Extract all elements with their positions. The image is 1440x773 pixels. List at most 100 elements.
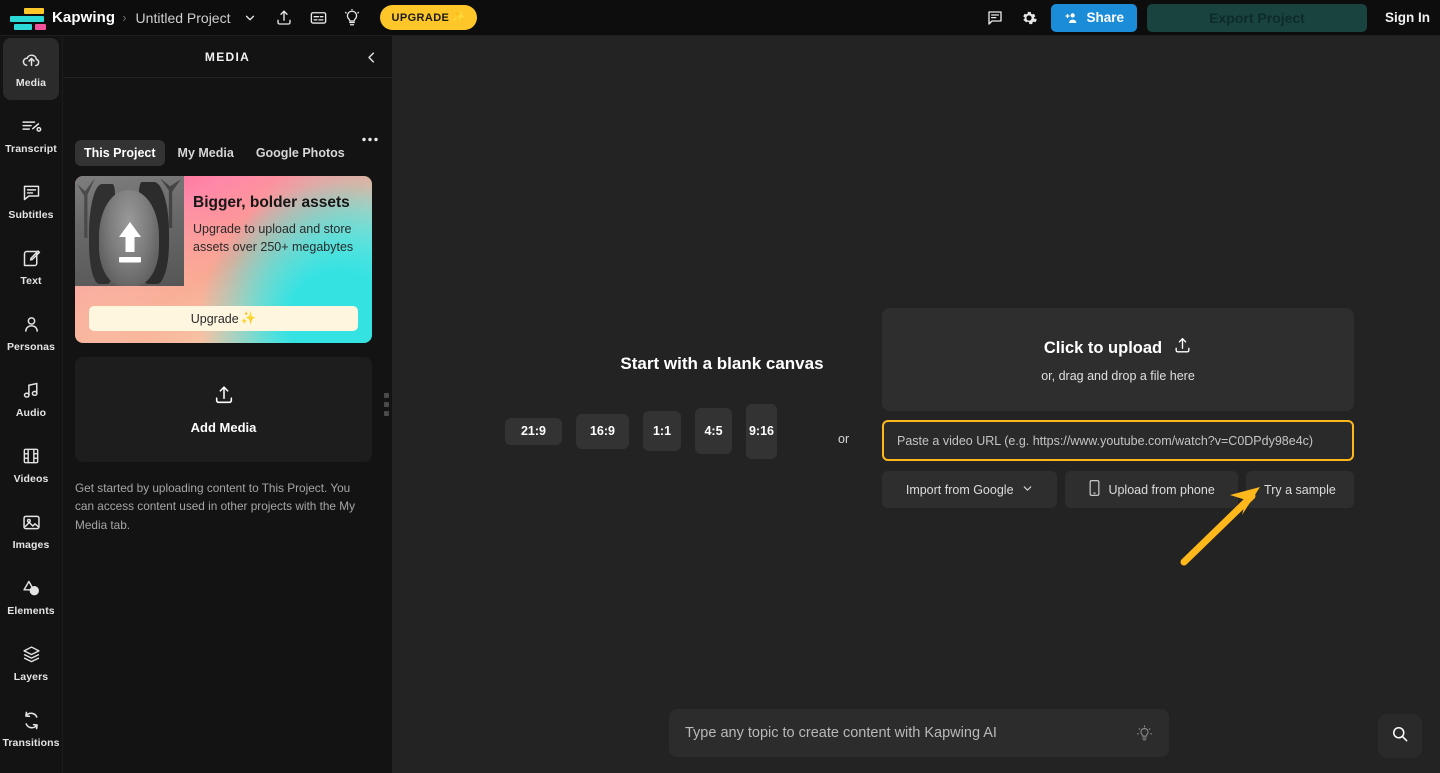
sidebar-item-label: Personas	[6, 341, 56, 353]
import-from-google-button[interactable]: Import from Google	[882, 471, 1058, 508]
ai-prompt-input[interactable]: Type any topic to create content with Ka…	[669, 709, 1169, 757]
media-panel: MEDIA This Project My Media Google Photo…	[63, 36, 392, 773]
video-url-input[interactable]: Paste a video URL (e.g. https://www.yout…	[882, 420, 1354, 461]
panel-resize-handle[interactable]	[384, 393, 389, 416]
sidebar-item-label: Transitions	[2, 737, 60, 749]
export-label: Export Project	[1209, 9, 1305, 26]
sidebar-item-label: Subtitles	[8, 209, 54, 221]
media-panel-header: MEDIA	[63, 36, 392, 78]
chevron-left-icon[interactable]	[360, 46, 382, 68]
blank-canvas-title: Start with a blank canvas	[620, 354, 824, 373]
sidebar-item-label: Media	[15, 77, 47, 89]
export-project-button[interactable]: Export Project	[1147, 3, 1367, 32]
promo-thumbnail	[75, 176, 184, 286]
gear-icon[interactable]	[1015, 4, 1043, 32]
promo-text-block: Bigger, bolder assets Upgrade to upload …	[193, 194, 365, 256]
sidebar-item-label: Images	[12, 539, 50, 551]
media-panel-body: This Project My Media Google Photos Bigg…	[63, 78, 392, 534]
dropzone-main-row: Click to upload	[1044, 336, 1192, 360]
media-source-tabs: This Project My Media Google Photos	[75, 140, 380, 166]
sparkle-icon: ✨	[452, 12, 467, 24]
upload-from-phone-button[interactable]: Upload from phone	[1065, 471, 1238, 508]
music-note-icon	[21, 379, 42, 401]
ratio-9-16-button[interactable]: 9:16	[746, 403, 777, 459]
chevron-down-icon	[1021, 482, 1034, 498]
import-google-label: Import from Google	[905, 482, 1014, 497]
breadcrumb-separator: ›	[122, 10, 127, 25]
upload-icon	[213, 384, 235, 411]
ai-prompt-placeholder: Type any topic to create content with Ka…	[685, 725, 997, 741]
ratio-16-9-button[interactable]: 16:9	[576, 413, 629, 449]
video-url-placeholder: Paste a video URL (e.g. https://www.yout…	[897, 433, 1314, 448]
comment-icon[interactable]	[981, 4, 1009, 32]
sidebar-item-media[interactable]: Media	[3, 38, 59, 100]
sidebar-item-templates[interactable]	[3, 764, 59, 773]
film-icon	[21, 445, 41, 467]
kapwing-logo-icon	[10, 6, 46, 30]
import-button-row: Import from Google Upload from phone Try…	[882, 471, 1355, 508]
upload-icon[interactable]	[270, 4, 298, 32]
lightbulb-icon[interactable]	[338, 4, 366, 32]
tab-my-media[interactable]: My Media	[169, 140, 243, 166]
person-icon	[21, 313, 42, 335]
upgrade-label: UPGRADE	[391, 11, 450, 24]
sidebar-item-audio[interactable]: Audio	[3, 368, 59, 430]
upload-arrow-icon	[119, 222, 141, 263]
or-divider-label: or	[838, 432, 850, 446]
upgrade-promo-card[interactable]: Bigger, bolder assets Upgrade to upload …	[75, 176, 372, 343]
lightbulb-icon[interactable]	[1136, 724, 1153, 742]
add-person-icon	[1065, 12, 1077, 23]
sidebar-item-videos[interactable]: Videos	[3, 434, 59, 496]
sidebar-item-transcript[interactable]: Transcript	[3, 104, 59, 166]
tab-this-project[interactable]: This Project	[75, 140, 165, 166]
promo-title: Bigger, bolder assets	[193, 194, 350, 211]
project-title[interactable]: Untitled Project	[136, 10, 231, 26]
sign-in-button[interactable]: Sign In	[1385, 10, 1430, 25]
tab-google-photos[interactable]: Google Photos	[247, 140, 354, 166]
transitions-icon	[21, 709, 42, 731]
main-canvas: Start with a blank canvas 21:9 16:9 1:1 …	[392, 36, 1440, 773]
sparkle-icon: ✨	[240, 311, 257, 325]
app-logo[interactable]: Kapwing	[0, 6, 115, 30]
click-to-upload-dropzone[interactable]: Click to upload or, drag and drop a file…	[882, 308, 1354, 411]
sidebar-item-layers[interactable]: Layers	[3, 632, 59, 694]
share-button[interactable]: Share	[1051, 3, 1137, 32]
kebab-menu-icon[interactable]	[360, 130, 380, 148]
upgrade-button[interactable]: UPGRADE ✨	[380, 5, 478, 30]
chevron-down-icon[interactable]	[236, 4, 264, 32]
brand-name: Kapwing	[52, 9, 116, 26]
search-button[interactable]	[1378, 714, 1422, 758]
sidebar-item-label: Text	[20, 275, 42, 287]
promo-cta-label: Upgrade	[190, 311, 239, 326]
panel-title: MEDIA	[204, 49, 251, 64]
ratio-21-9-button[interactable]: 21:9	[505, 417, 562, 445]
sidebar-item-text[interactable]: Text	[3, 236, 59, 298]
subtitles-icon	[21, 181, 42, 203]
ratio-1-1-button[interactable]: 1:1	[643, 411, 681, 451]
sidebar-item-label: Audio	[15, 407, 47, 419]
cloud-upload-icon	[21, 49, 42, 71]
upload-phone-label: Upload from phone	[1108, 482, 1215, 497]
upload-icon	[1173, 336, 1192, 360]
upload-column: Click to upload or, drag and drop a file…	[882, 308, 1355, 508]
ratio-4-5-button[interactable]: 4:5	[695, 408, 732, 454]
promo-upgrade-button[interactable]: Upgrade ✨	[89, 306, 358, 331]
sidebar-item-label: Layers	[13, 671, 49, 683]
sidebar-item-subtitles[interactable]: Subtitles	[3, 170, 59, 232]
sidebar-item-elements[interactable]: Elements	[3, 566, 59, 628]
top-bar-right-group: Share Export Project Sign In	[981, 3, 1440, 32]
sidebar-item-label: Videos	[13, 473, 49, 485]
sidebar-item-label: Transcript	[5, 143, 57, 155]
dropzone-main-label: Click to upload	[1043, 338, 1163, 357]
try-a-sample-button[interactable]: Try a sample	[1245, 471, 1355, 508]
search-icon	[1390, 724, 1410, 749]
add-media-label: Add Media	[190, 420, 257, 435]
sidebar-item-images[interactable]: Images	[3, 500, 59, 562]
dropzone-sub-label: or, drag and drop a file here	[1041, 369, 1195, 383]
add-media-button[interactable]: Add Media	[75, 357, 372, 462]
sidebar-item-personas[interactable]: Personas	[3, 302, 59, 364]
try-sample-label: Try a sample	[1264, 482, 1336, 497]
sidebar-item-label: Elements	[7, 605, 55, 617]
sidebar-item-transitions[interactable]: Transitions	[2, 698, 60, 760]
captions-icon[interactable]	[304, 4, 332, 32]
